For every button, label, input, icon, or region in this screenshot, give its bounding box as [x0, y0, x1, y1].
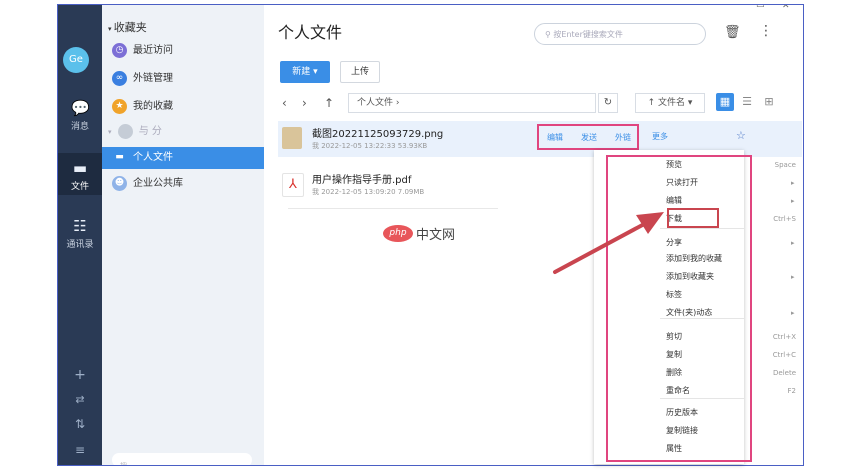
- watermark-logo: php: [383, 225, 413, 242]
- watermark: php 中文网: [383, 223, 455, 243]
- watermark-text: 中文网: [416, 228, 456, 243]
